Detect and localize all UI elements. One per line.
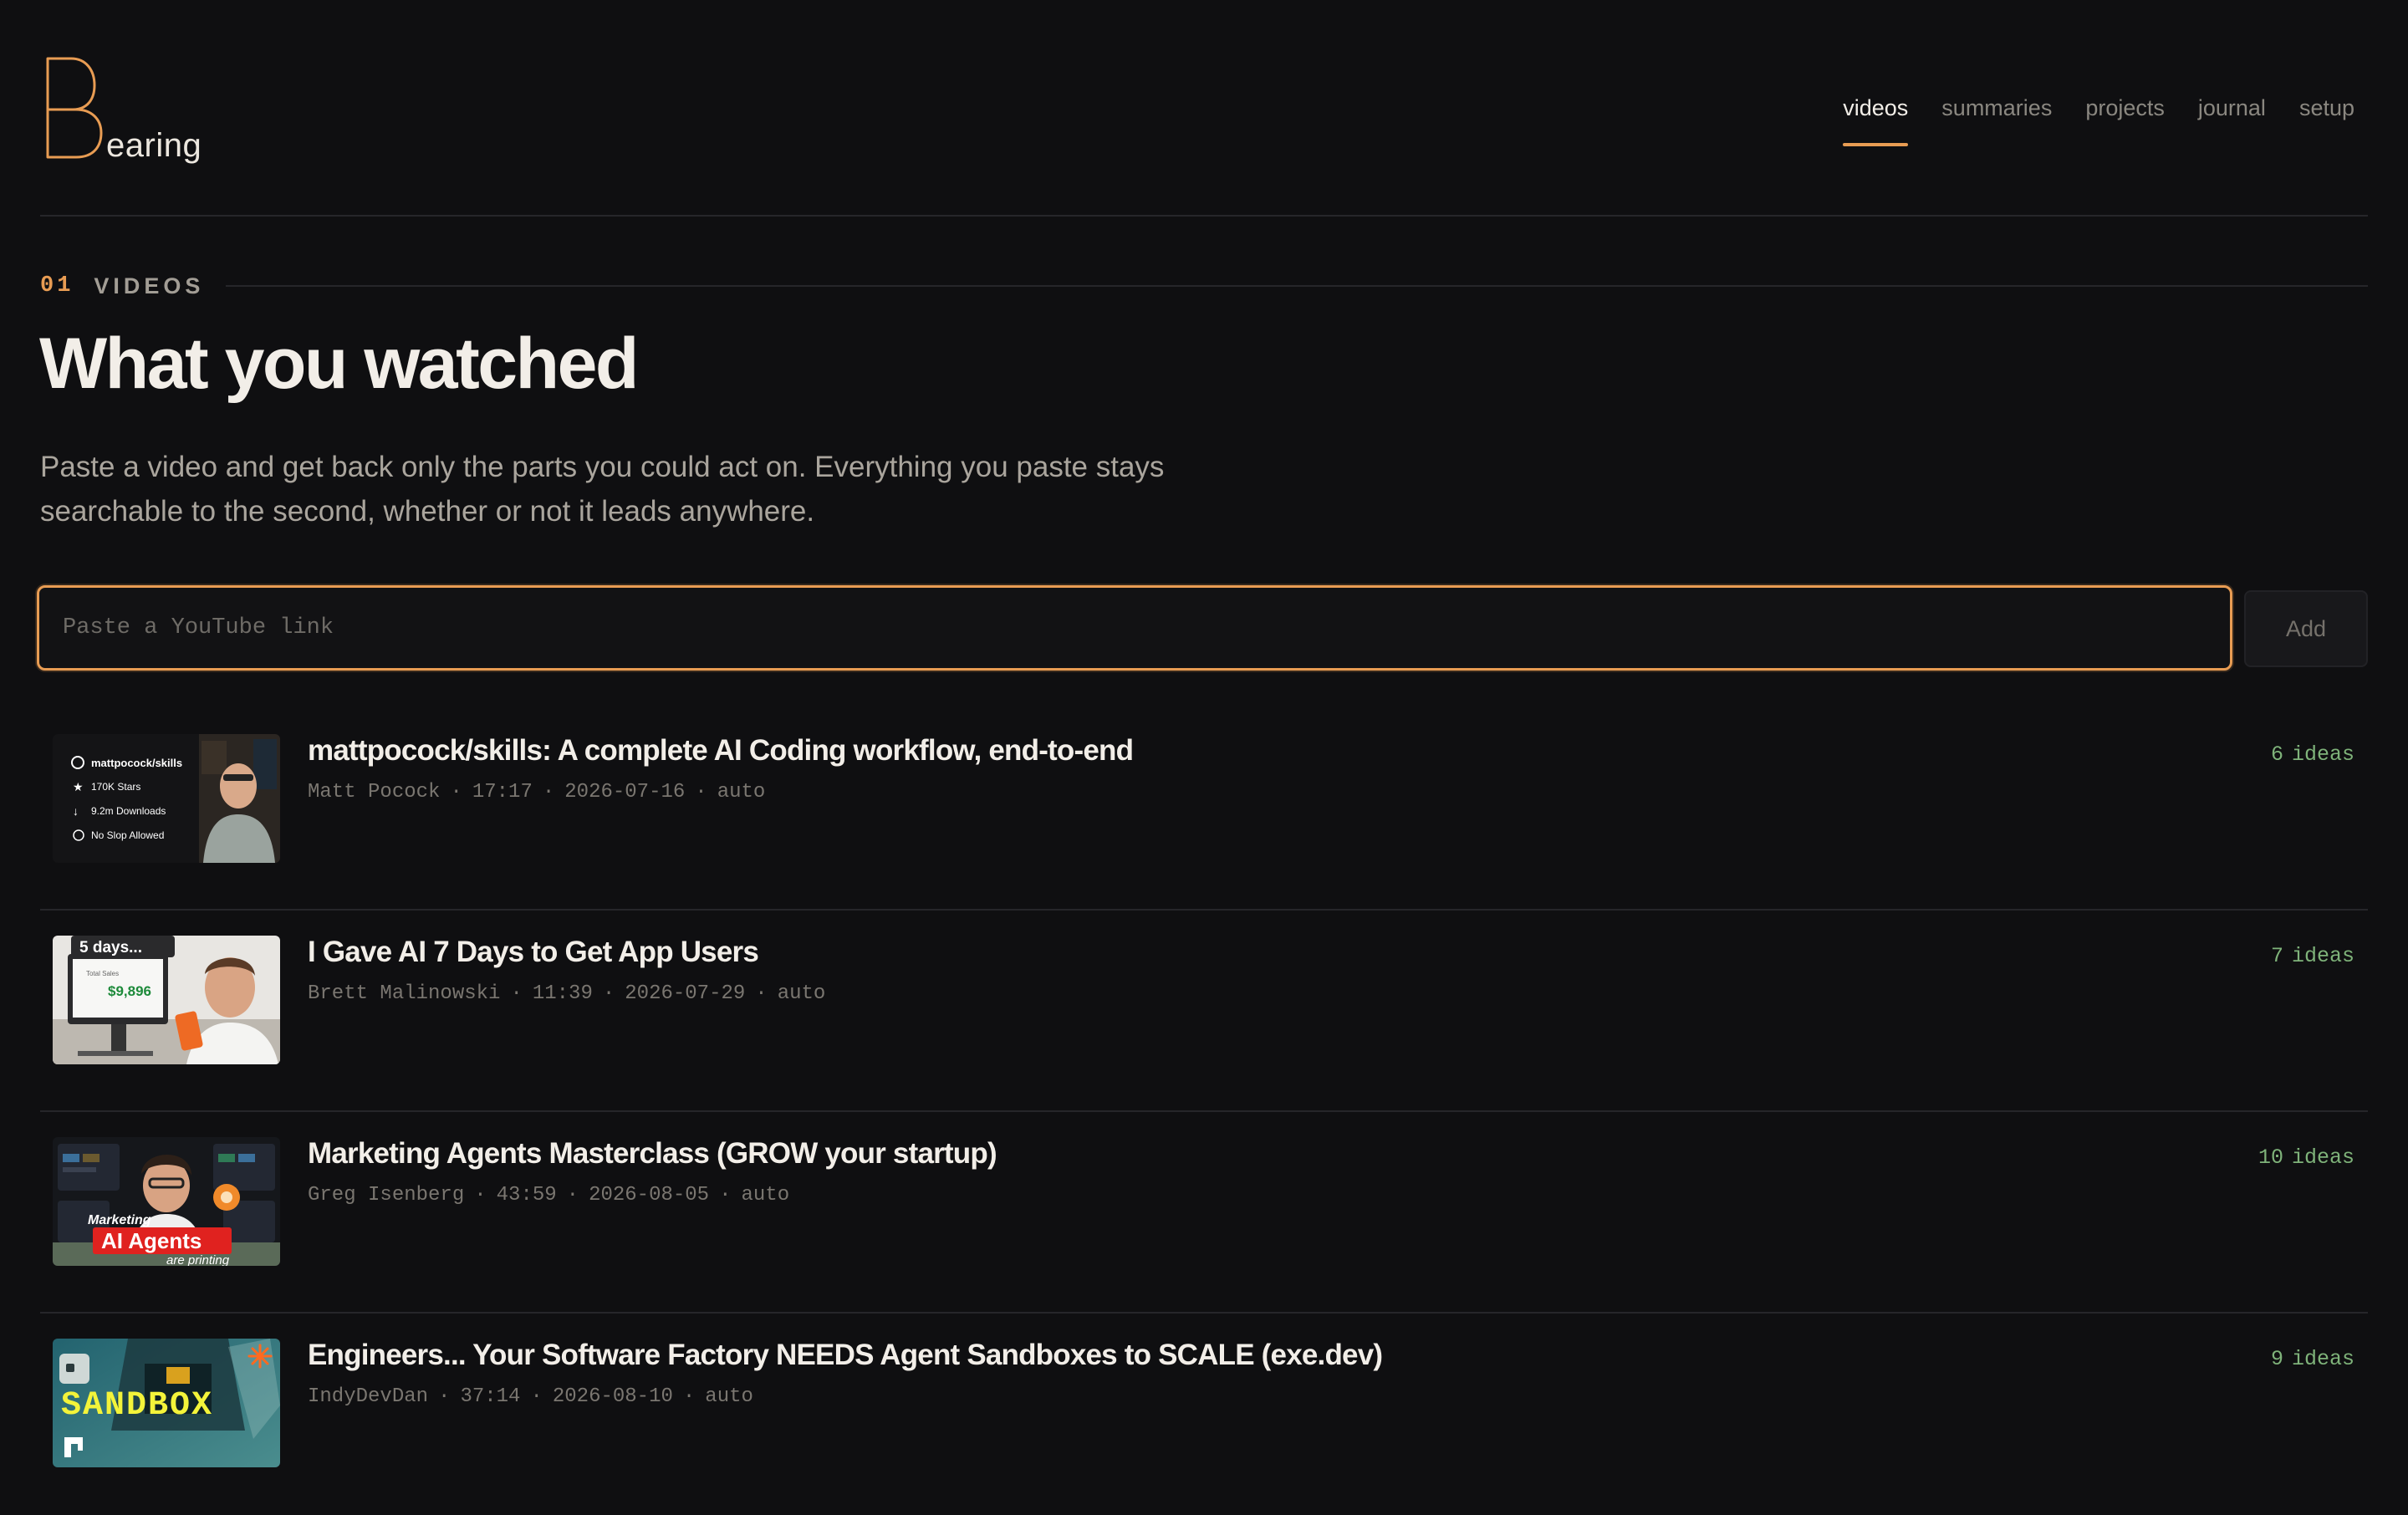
video-list: mattpocock/skills ★ 170K Stars ↓ 9.2m Do… (40, 709, 2368, 1515)
video-row[interactable]: SANDBOX Engineers... Your Software Facto… (40, 1314, 2368, 1515)
section-kicker: 01 VIDEOS (40, 273, 2368, 299)
video-meta: IndyDevDan · 37:14 · 2026-08-10 · auto (308, 1385, 753, 1408)
bearing-logo[interactable]: earing (44, 57, 228, 174)
video-date: 2026-07-29 (625, 982, 746, 1005)
thumbnail-image: Marketing AI Agents are printing (53, 1137, 280, 1266)
video-channel: Matt Pocock (308, 781, 441, 803)
video-duration: 11:39 (532, 982, 593, 1005)
thumb-word: SANDBOX (61, 1387, 213, 1425)
video-date: 2026-07-16 (564, 781, 686, 803)
section-number: 01 (40, 273, 74, 298)
nav-setup[interactable]: setup (2299, 95, 2354, 146)
video-thumbnail[interactable]: mattpocock/skills ★ 170K Stars ↓ 9.2m Do… (53, 734, 280, 863)
ideas-count[interactable]: 9 ideas (2271, 1347, 2354, 1371)
thumb-top: Marketing (88, 1213, 151, 1227)
logo-b-glyph (46, 57, 103, 159)
nav-projects[interactable]: projects (2085, 95, 2165, 146)
ideas-unit: ideas (2291, 1145, 2354, 1170)
video-thumbnail[interactable]: Marketing AI Agents are printing (53, 1137, 280, 1266)
thumbnail-image: Total Sales $9,896 5 days... (53, 936, 280, 1064)
thumbnail-image: SANDBOX (53, 1339, 280, 1467)
ideas-number: 7 (2270, 944, 2283, 968)
video-duration: 17:17 (472, 781, 533, 803)
nav-journal[interactable]: journal (2198, 95, 2266, 146)
video-channel: Brett Malinowski (308, 982, 501, 1005)
thumbnail-image: mattpocock/skills ★ 170K Stars ↓ 9.2m Do… (53, 734, 280, 863)
main-nav: videos summaries projects journal setup (1843, 95, 2354, 146)
thumb-line: No Slop Allowed (91, 829, 164, 841)
svg-text:↓: ↓ (73, 804, 79, 818)
video-mode: auto (741, 1184, 790, 1206)
ideas-unit: ideas (2291, 1347, 2354, 1371)
ideas-unit: ideas (2291, 944, 2354, 968)
page-description: Paste a video and get back only the part… (40, 451, 1165, 528)
video-title[interactable]: Engineers... Your Software Factory NEEDS… (308, 1339, 1383, 1372)
thumb-line: mattpocock/skills (91, 757, 182, 769)
youtube-link-input[interactable] (39, 588, 2230, 668)
video-row[interactable]: mattpocock/skills ★ 170K Stars ↓ 9.2m Do… (40, 709, 2368, 911)
thumb-amount: $9,896 (108, 983, 151, 999)
video-duration: 37:14 (460, 1385, 521, 1408)
add-button[interactable]: Add (2244, 590, 2368, 667)
thumb-caption: Total Sales (86, 970, 119, 977)
nav-videos[interactable]: videos (1843, 95, 1909, 146)
ideas-unit: ideas (2291, 742, 2354, 767)
video-thumbnail[interactable]: Total Sales $9,896 5 days... (53, 936, 280, 1064)
nav-summaries[interactable]: summaries (1941, 95, 2052, 146)
video-date: 2026-08-10 (552, 1385, 673, 1408)
video-mode: auto (717, 781, 766, 803)
video-row[interactable]: Total Sales $9,896 5 days... I Gave AI 7… (40, 911, 2368, 1112)
video-title[interactable]: Marketing Agents Masterclass (GROW your … (308, 1137, 997, 1171)
ideas-number: 10 (2258, 1145, 2283, 1170)
ideas-count[interactable]: 10 ideas (2258, 1145, 2354, 1170)
thumb-line: 170K Stars (91, 781, 140, 793)
svg-text:★: ★ (73, 780, 84, 793)
video-mode: auto (777, 982, 826, 1005)
video-title[interactable]: mattpocock/skills: A complete AI Coding … (308, 734, 1134, 768)
video-row[interactable]: Marketing AI Agents are printing Marketi… (40, 1112, 2368, 1314)
top-header: earing videos summaries projects journal… (40, 0, 2368, 217)
thumb-bottom: are printing (166, 1253, 230, 1266)
ideas-number: 6 (2270, 742, 2283, 767)
page-title: What you watched (39, 324, 639, 404)
video-meta: Greg Isenberg · 43:59 · 2026-08-05 · auto (308, 1184, 790, 1206)
video-duration: 43:59 (496, 1184, 557, 1206)
video-meta: Matt Pocock · 17:17 · 2026-07-16 · auto (308, 781, 766, 803)
ideas-count[interactable]: 6 ideas (2271, 742, 2354, 767)
thumb-line: 9.2m Downloads (91, 805, 166, 817)
video-thumbnail[interactable]: SANDBOX (53, 1339, 280, 1467)
ideas-number: 9 (2270, 1347, 2283, 1371)
logo-wordmark: earing (106, 127, 202, 164)
thumb-banner: 5 days... (79, 939, 142, 956)
video-title[interactable]: I Gave AI 7 Days to Get App Users (308, 936, 759, 969)
youtube-link-field-wrapper (37, 585, 2232, 671)
video-mode: auto (705, 1385, 753, 1408)
video-channel: Greg Isenberg (308, 1184, 465, 1206)
video-date: 2026-08-05 (589, 1184, 710, 1206)
thumb-main: AI Agents (101, 1228, 202, 1253)
ideas-count[interactable]: 7 ideas (2271, 944, 2354, 968)
video-meta: Brett Malinowski · 11:39 · 2026-07-29 · auto (308, 982, 826, 1005)
section-label: VIDEOS (94, 273, 205, 298)
kicker-divider (226, 285, 2368, 287)
video-channel: IndyDevDan (308, 1385, 429, 1408)
